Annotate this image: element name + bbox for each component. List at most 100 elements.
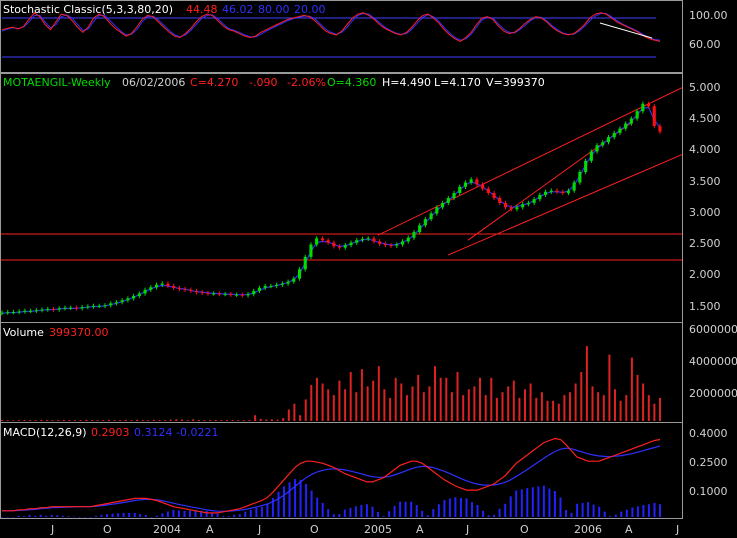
volume-bar — [310, 385, 313, 421]
stock-chart: Stochastic Classic(5,3,3,80,20) 44.48 46… — [0, 0, 737, 538]
candle-body — [103, 305, 107, 307]
macd-histogram-bar — [338, 514, 341, 517]
candle-body — [486, 188, 490, 193]
candle-body — [309, 244, 313, 257]
macd-histogram-bar — [78, 517, 81, 518]
candle-body — [29, 310, 33, 312]
candle-body — [624, 123, 628, 129]
candle-body — [349, 242, 353, 246]
macd-histogram-bar — [233, 514, 236, 517]
volume-bar — [265, 419, 268, 421]
volume-bar — [147, 420, 150, 421]
macd-histogram-bar — [327, 509, 330, 517]
macd-histogram-bar — [100, 514, 103, 517]
macd-histogram-bar — [653, 502, 656, 517]
candle-body — [206, 292, 210, 294]
price-low: L=4.170 — [434, 76, 481, 89]
macd-value: 0.2903 — [91, 426, 130, 439]
candle-body — [315, 238, 319, 245]
macd-histogram-bar — [194, 510, 197, 517]
macd-histogram-bar — [277, 491, 280, 517]
candle-body — [126, 298, 130, 301]
volume-bar — [614, 389, 616, 421]
macd-histogram-bar — [111, 513, 114, 517]
volume-bar — [51, 420, 54, 421]
macd-histogram-bar — [249, 509, 252, 517]
macd-histogram-bar — [321, 502, 324, 517]
volume-bar — [209, 420, 212, 421]
volume-bar — [130, 420, 133, 421]
candle-body — [298, 269, 302, 279]
macd-histogram-bar — [227, 516, 230, 517]
volume-bar — [540, 392, 543, 421]
macd-histogram-bar — [238, 514, 241, 517]
volume-bar — [96, 420, 99, 421]
volume-bar — [276, 419, 279, 421]
macd-histogram-bar — [161, 513, 164, 517]
price-header: MOTAENGIL-Weekly 06/02/2006 C=4.270 -.09… — [3, 76, 545, 89]
volume-bar — [557, 403, 560, 421]
price-date: 06/02/2006 — [122, 76, 185, 89]
candle-body — [217, 293, 221, 295]
volume-bar — [456, 372, 459, 421]
candle-body — [435, 207, 439, 214]
volume-bar — [653, 403, 656, 421]
macd-histogram-bar — [404, 501, 407, 517]
candle-body — [378, 241, 382, 244]
price-close: C=4.270 — [190, 76, 238, 89]
volume-bar — [383, 389, 386, 421]
candle-body — [172, 286, 176, 288]
candle-body — [109, 303, 113, 306]
volume-bar — [405, 395, 408, 421]
macd-histogram-bar — [542, 485, 545, 517]
volume-bar — [57, 420, 60, 421]
macd-histogram-bar — [117, 513, 120, 517]
macd-histogram-bar — [459, 498, 462, 517]
volume-tick: 6000000 — [689, 323, 737, 336]
volume-bar — [23, 420, 26, 421]
volume-bar — [591, 386, 594, 421]
macd-histogram-bar — [144, 514, 147, 517]
macd-histogram-bar — [28, 514, 31, 517]
macd-histogram-bar — [659, 504, 661, 517]
macd-histogram-bar — [305, 483, 308, 517]
macd-histogram-bar — [150, 517, 153, 518]
volume-bar — [518, 397, 521, 421]
macd-histogram-bar — [360, 505, 363, 517]
volume-bar — [372, 380, 375, 421]
candle-body — [338, 246, 342, 248]
price-tick: 1.500 — [689, 300, 721, 313]
candle-body — [441, 203, 445, 208]
candle-body — [154, 284, 158, 288]
candle-body — [521, 204, 525, 208]
volume-bar — [141, 420, 144, 421]
macd-histogram-bar — [587, 502, 590, 517]
macd-histogram-bar — [50, 514, 53, 517]
candle-body — [280, 283, 284, 285]
volume-bar — [124, 419, 127, 421]
candle-body — [532, 199, 536, 203]
volume-bar — [524, 389, 526, 421]
volume-bar — [574, 383, 577, 421]
candle-body — [11, 312, 15, 314]
volume-bar — [321, 383, 324, 421]
macd-histogram-bar — [371, 506, 374, 517]
macd-histogram-bar — [399, 501, 402, 517]
price-tick: 2.000 — [689, 268, 721, 281]
macd-tick: 0.2500 — [689, 456, 728, 469]
candle-body — [515, 207, 519, 210]
stochastic-tick: 60.00 — [689, 38, 721, 51]
macd-tick: 0.4000 — [689, 427, 728, 440]
price-tick: 2.500 — [689, 237, 721, 250]
macd-histogram-bar — [642, 505, 645, 517]
x-tick-label: A — [206, 523, 214, 536]
candle-body — [275, 284, 279, 286]
candle-body — [23, 310, 27, 312]
macd-histogram-bar — [365, 504, 368, 517]
macd-histogram-bar — [39, 514, 42, 517]
volume-bar — [552, 400, 555, 421]
volume-bar — [181, 419, 183, 421]
volume-bar — [248, 420, 251, 421]
volume-bar — [462, 395, 465, 421]
candle-body — [0, 312, 4, 314]
